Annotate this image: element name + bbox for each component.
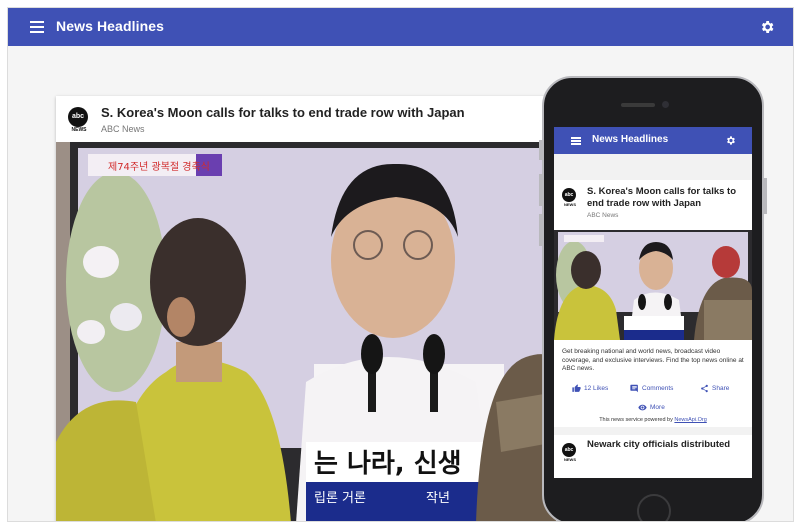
phone-home-button[interactable] — [637, 494, 671, 521]
phone-speaker — [621, 103, 655, 107]
phone-card-title[interactable]: S. Korea's Moon calls for talks to end t… — [587, 186, 747, 210]
phone-mockup: News Headlines abc NEWS S. Korea's Moon … — [539, 76, 767, 521]
comments-button[interactable]: Comments — [630, 384, 673, 393]
app-bar: News Headlines — [8, 8, 793, 46]
phone-card-actions: 12 Likes Comments Share — [554, 384, 752, 398]
newsapi-link[interactable]: NewsApi.Org — [674, 417, 706, 423]
gear-icon[interactable] — [759, 19, 775, 35]
tv-caption-line1: 는 나라, 신생 — [314, 449, 462, 479]
phone-mute-switch — [539, 140, 542, 160]
tv-caption-line3: 작년 — [426, 491, 450, 506]
news-card[interactable]: abc NEWS S. Korea's Moon calls for talks… — [56, 96, 556, 521]
menu-icon[interactable] — [571, 137, 581, 145]
logo-label: NEWS — [564, 457, 576, 462]
tv-caption-line2: 립론 거론 — [314, 491, 366, 506]
likes-label: 12 Likes — [584, 385, 609, 392]
gear-icon[interactable] — [725, 135, 736, 146]
card-title[interactable]: S. Korea's Moon calls for talks to end t… — [101, 105, 465, 120]
card-source: ABC News — [101, 124, 145, 134]
comment-icon — [630, 384, 638, 393]
logo-label: NEWS — [564, 202, 576, 207]
logo-label: NEWS — [71, 127, 87, 133]
app-title: News Headlines — [56, 18, 164, 34]
logo-disc: abc — [562, 188, 576, 202]
menu-icon[interactable] — [30, 21, 44, 33]
phone-card-footer: This news service powered by NewsApi.Org — [554, 417, 752, 423]
more-label: More — [650, 404, 665, 411]
phone-article-image — [554, 230, 752, 340]
phone-card-source: ABC News — [587, 212, 619, 219]
card-header: abc NEWS S. Korea's Moon calls for talks… — [56, 96, 556, 142]
share-label: Share — [712, 385, 730, 392]
abc-news-logo: abc NEWS — [68, 107, 90, 133]
footer-text: This news service powered by — [599, 417, 673, 423]
phone-card-description: Get breaking national and world news, br… — [562, 348, 744, 372]
share-icon — [701, 384, 708, 393]
tv-banner-text: 제74주년 광복절 경축식 — [108, 160, 210, 173]
phone-app-title: News Headlines — [592, 134, 669, 145]
share-button[interactable]: Share — [700, 384, 729, 393]
phone-volume-up — [539, 174, 542, 206]
article-image: 제74주년 광복절 경축식 는 나라, 신생 립론 거론 작년 — [56, 142, 556, 521]
abc-news-logo: abc NEWS — [562, 443, 578, 463]
phone-app-bar: News Headlines — [554, 127, 752, 154]
likes-button[interactable]: 12 Likes — [572, 384, 608, 393]
more-button[interactable]: More — [638, 403, 665, 412]
logo-disc: abc — [562, 443, 576, 457]
thumb-up-icon — [572, 384, 581, 392]
showcase-frame: News Headlines abc NEWS S. Korea's Moon … — [7, 7, 794, 522]
phone-next-card-title[interactable]: Newark city officials distributed — [587, 439, 747, 451]
comments-label: Comments — [642, 385, 674, 392]
phone-volume-down — [539, 214, 542, 246]
logo-disc: abc — [68, 107, 88, 127]
phone-camera — [662, 101, 669, 108]
phone-screen: News Headlines abc NEWS S. Korea's Moon … — [554, 127, 752, 478]
phone-next-news-card[interactable]: abc NEWS Newark city officials distribut… — [554, 435, 752, 478]
phone-power-button — [764, 178, 767, 214]
abc-news-logo: abc NEWS — [562, 188, 578, 208]
eye-icon — [638, 404, 647, 411]
phone-news-card[interactable]: abc NEWS S. Korea's Moon calls for talks… — [554, 180, 752, 427]
